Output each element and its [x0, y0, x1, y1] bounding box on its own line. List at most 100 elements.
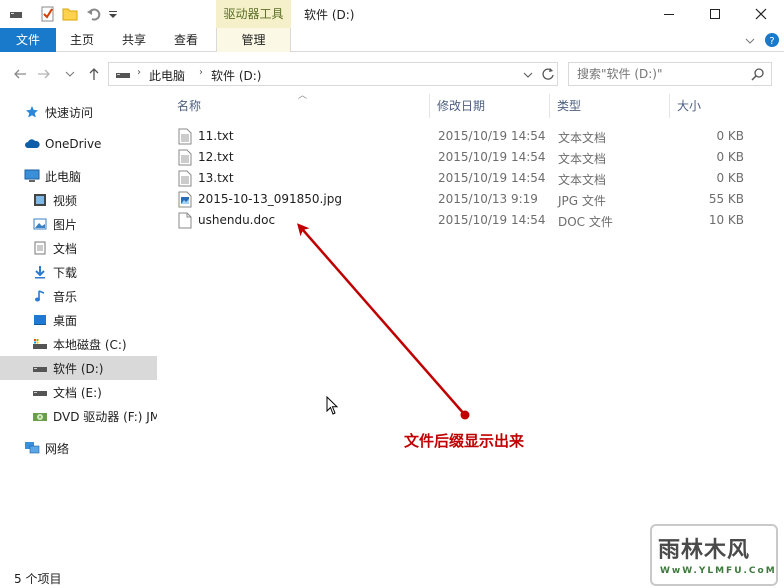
nav-item-software-d[interactable]: 软件 (D:): [0, 356, 157, 380]
file-name: 12.txt: [198, 150, 234, 164]
column-header-name[interactable]: 名称: [170, 94, 430, 118]
file-row[interactable]: 13.txt 2015/10/19 14:54 文本文档 0 KB: [170, 168, 750, 189]
nav-label: DVD 驱动器 (F:) JM: [53, 409, 157, 424]
tab-file[interactable]: 文件: [0, 28, 56, 52]
document-icon: [32, 240, 48, 256]
arrow-right-icon: [38, 69, 50, 79]
file-date: 2015/10/19 14:54: [438, 129, 546, 143]
breadcrumb-separator: ›: [137, 67, 141, 78]
up-button[interactable]: [84, 64, 104, 84]
file-type: DOC 文件: [558, 215, 613, 229]
file-row[interactable]: ushendu.doc 2015/10/19 14:54 DOC 文件 10 K…: [170, 210, 750, 231]
undo-icon[interactable]: [86, 6, 102, 22]
properties-icon[interactable]: [8, 6, 24, 22]
cloud-icon: [24, 136, 40, 152]
desktop-icon: [32, 312, 48, 328]
file-type: 文本文档: [558, 131, 607, 145]
nav-item-videos[interactable]: 视频: [0, 188, 157, 212]
file-size: 0 KB: [716, 150, 744, 164]
search-icon[interactable]: [751, 67, 765, 81]
nav-label: 此电脑: [45, 169, 82, 184]
minimize-button[interactable]: [646, 0, 692, 28]
new-folder-icon[interactable]: [62, 6, 78, 22]
nav-item-documents-e[interactable]: 文档 (E:): [0, 380, 157, 404]
download-icon: [32, 264, 48, 280]
column-header-row: ︿ 名称 修改日期 类型 大小: [170, 91, 770, 118]
doc-file-icon: [178, 212, 192, 229]
file-row[interactable]: 2015-10-13_091850.jpg 2015/10/13 9:19 JP…: [170, 189, 750, 210]
nav-item-pictures[interactable]: 图片: [0, 212, 157, 236]
breadcrumb-separator: ›: [199, 67, 203, 78]
nav-item-downloads[interactable]: 下载: [0, 260, 157, 284]
picture-icon: [32, 216, 48, 232]
nav-item-this-pc[interactable]: 此电脑: [0, 164, 157, 188]
chevron-down-icon[interactable]: [744, 36, 756, 46]
nav-label: 文档: [53, 241, 78, 256]
tab-manage[interactable]: 管理: [216, 28, 291, 52]
nav-label: 下载: [53, 265, 78, 280]
search-box[interactable]: [568, 62, 772, 86]
maximize-button[interactable]: [692, 0, 738, 28]
nav-item-quick-access[interactable]: 快速访问: [0, 100, 157, 124]
recent-locations-button[interactable]: [60, 64, 80, 84]
column-header-modified[interactable]: 修改日期: [430, 94, 550, 118]
tab-home[interactable]: 主页: [60, 28, 104, 52]
file-type: 文本文档: [558, 152, 607, 166]
tab-view[interactable]: 查看: [164, 28, 208, 52]
nav-item-music[interactable]: 音乐: [0, 284, 157, 308]
breadcrumb-this-pc[interactable]: 此电脑: [149, 67, 185, 84]
checklist-icon[interactable]: [40, 6, 56, 22]
nav-item-desktop[interactable]: 桌面: [0, 308, 157, 332]
arrow-left-icon: [14, 69, 26, 79]
file-type: 文本文档: [558, 173, 607, 187]
file-name: ushendu.doc: [198, 213, 276, 227]
search-input[interactable]: [577, 66, 747, 82]
chevron-down-icon[interactable]: [523, 71, 533, 79]
nav-item-local-disk-c[interactable]: 本地磁盘 (C:): [0, 332, 157, 356]
file-row[interactable]: 11.txt 2015/10/19 14:54 文本文档 0 KB: [170, 126, 750, 147]
help-icon[interactable]: ?: [764, 32, 780, 48]
nav-label: 快速访问: [45, 105, 94, 120]
dvd-drive-icon: [32, 408, 48, 424]
file-size: 0 KB: [716, 171, 744, 185]
file-name: 2015-10-13_091850.jpg: [198, 192, 342, 206]
annotation-label: 文件后缀显示出来: [404, 432, 525, 450]
file-date: 2015/10/19 14:54: [438, 150, 546, 164]
forward-button[interactable]: [34, 64, 54, 84]
nav-item-documents[interactable]: 文档: [0, 236, 157, 260]
close-icon: [755, 8, 767, 20]
maximize-icon: [710, 9, 720, 19]
text-file-icon: [178, 128, 192, 145]
nav-item-dvd-drive[interactable]: DVD 驱动器 (F:) JM: [0, 404, 157, 428]
chevron-down-icon[interactable]: [106, 6, 122, 22]
file-name: 13.txt: [198, 171, 234, 185]
watermark-url: WwW.YLMFU.CoM: [660, 566, 777, 576]
text-file-icon: [178, 170, 192, 187]
refresh-icon[interactable]: [541, 67, 555, 81]
back-button[interactable]: [10, 64, 30, 84]
close-button[interactable]: [738, 0, 784, 28]
drive-icon: [32, 384, 48, 400]
column-header-size[interactable]: 大小: [670, 94, 750, 118]
address-bar[interactable]: › 此电脑 › 软件 (D:): [108, 62, 558, 86]
nav-label: 桌面: [53, 313, 78, 328]
star-icon: [24, 104, 40, 120]
nav-label: 网络: [45, 441, 70, 456]
arrow-up-icon: [89, 68, 99, 80]
nav-item-onedrive[interactable]: OneDrive: [0, 132, 157, 156]
nav-item-network[interactable]: 网络: [0, 436, 157, 460]
breadcrumb-software-drive[interactable]: 软件 (D:): [211, 67, 261, 84]
chevron-down-icon: [65, 71, 75, 77]
nav-label: 软件 (D:): [53, 361, 104, 376]
file-size: 10 KB: [708, 213, 744, 227]
file-date: 2015/10/19 14:54: [438, 213, 546, 227]
text-file-icon: [178, 149, 192, 166]
navigation-pane: 快速访问 OneDrive 此电脑 视频 图片 文档 下载 音乐 桌面 本地磁盘…: [0, 96, 157, 566]
image-file-icon: [178, 191, 192, 208]
column-header-type[interactable]: 类型: [550, 94, 670, 118]
watermark-logo: 雨林木风 WwW.YLMFU.CoM: [650, 524, 778, 586]
file-date: 2015/10/13 9:19: [438, 192, 538, 206]
file-row[interactable]: 12.txt 2015/10/19 14:54 文本文档 0 KB: [170, 147, 750, 168]
tab-share[interactable]: 共享: [112, 28, 156, 52]
item-count: 5 个项目: [14, 572, 62, 586]
